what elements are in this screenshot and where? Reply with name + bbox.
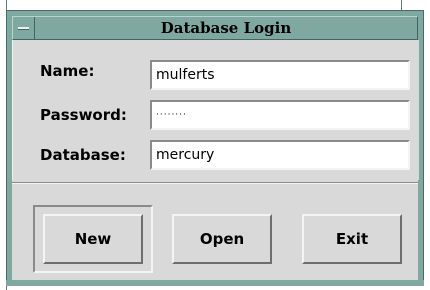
password-field[interactable]	[150, 100, 410, 130]
new-button[interactable]: New	[43, 214, 143, 264]
name-label: Name:	[40, 62, 95, 80]
open-button[interactable]: Open	[172, 214, 272, 264]
window-menu-icon	[18, 27, 29, 30]
window-title: Database Login	[160, 19, 292, 37]
database-label: Database:	[40, 146, 126, 164]
password-label: Password:	[40, 106, 127, 124]
database-field[interactable]	[150, 140, 410, 170]
window-frame-bottom[interactable]	[6, 280, 424, 286]
name-field[interactable]	[150, 60, 410, 90]
window-menu-button[interactable]	[13, 17, 35, 39]
exit-button[interactable]: Exit	[302, 214, 402, 264]
title-bar[interactable]: Database Login	[12, 16, 418, 40]
